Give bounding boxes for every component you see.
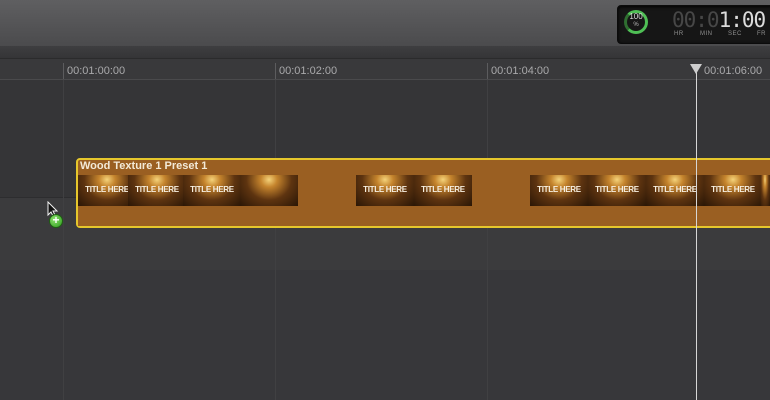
clip-thumbnail-blank [472, 175, 530, 206]
clip-thumbnail: TITLE HERE [704, 175, 762, 206]
ruler-label: 00:01:00:00 [67, 65, 126, 77]
timeline-lane-lower[interactable] [0, 270, 770, 400]
ruler-tick [275, 63, 276, 79]
ruler-tick [63, 63, 64, 79]
clip-thumbnail: TITLE HERE [530, 175, 588, 206]
timecode-unit-hr: HR [674, 31, 684, 37]
timecode-unit-fr: FR [757, 31, 766, 37]
clip-thumbnail: TITLE HERE [414, 175, 472, 206]
clip-thumbnail: TITLE HERE [356, 175, 414, 206]
thumbnail-text: TITLE HERE [421, 185, 465, 194]
ruler-label: 00:01:04:00 [491, 65, 550, 77]
playhead-icon[interactable] [690, 64, 702, 74]
clip-thumbnail [240, 175, 298, 206]
clip-name: Wood Texture 1 Preset 1 [80, 160, 208, 172]
playhead[interactable] [696, 70, 697, 400]
clip-thumbnail: TITLE HERE [128, 175, 186, 206]
zoom-percent-sign: % [633, 22, 639, 28]
timecode-value: 00:01:00:0 [672, 8, 770, 32]
grid-line [275, 80, 276, 400]
grid-line [63, 80, 64, 400]
timecode-dim-prefix: 00:0 [672, 8, 720, 32]
grid-line [487, 80, 488, 400]
toolbar-divider [0, 46, 770, 59]
timecode-unit-sec: SEC [728, 31, 742, 37]
clip-thumbnail [760, 175, 770, 206]
timecode-bright-value: 1:00:0 [718, 8, 770, 32]
thumbnail-text: TITLE HERE [711, 185, 755, 194]
add-clip-icon: + [49, 214, 63, 228]
thumbnail-text: TITLE HERE [190, 185, 234, 194]
clip-thumbnail-blank [298, 175, 356, 206]
thumbnail-text: TITLE HERE [135, 185, 179, 194]
thumbnail-text: TITLE HERE [595, 185, 639, 194]
clip-body [78, 207, 770, 226]
clip-thumbnail: TITLE HERE [588, 175, 646, 206]
timecode-unit-min: MIN [700, 31, 713, 37]
ruler-label: 00:01:02:00 [279, 65, 338, 77]
thumbnail-text: TITLE HERE [537, 185, 581, 194]
ruler-tick [487, 63, 488, 79]
ruler-label: 00:01:06:00 [704, 65, 763, 77]
thumbnail-text: TITLE HERE [363, 185, 407, 194]
clip-thumbnail: TITLE HERE [183, 175, 241, 206]
zoom-percent: 100 [629, 12, 643, 21]
